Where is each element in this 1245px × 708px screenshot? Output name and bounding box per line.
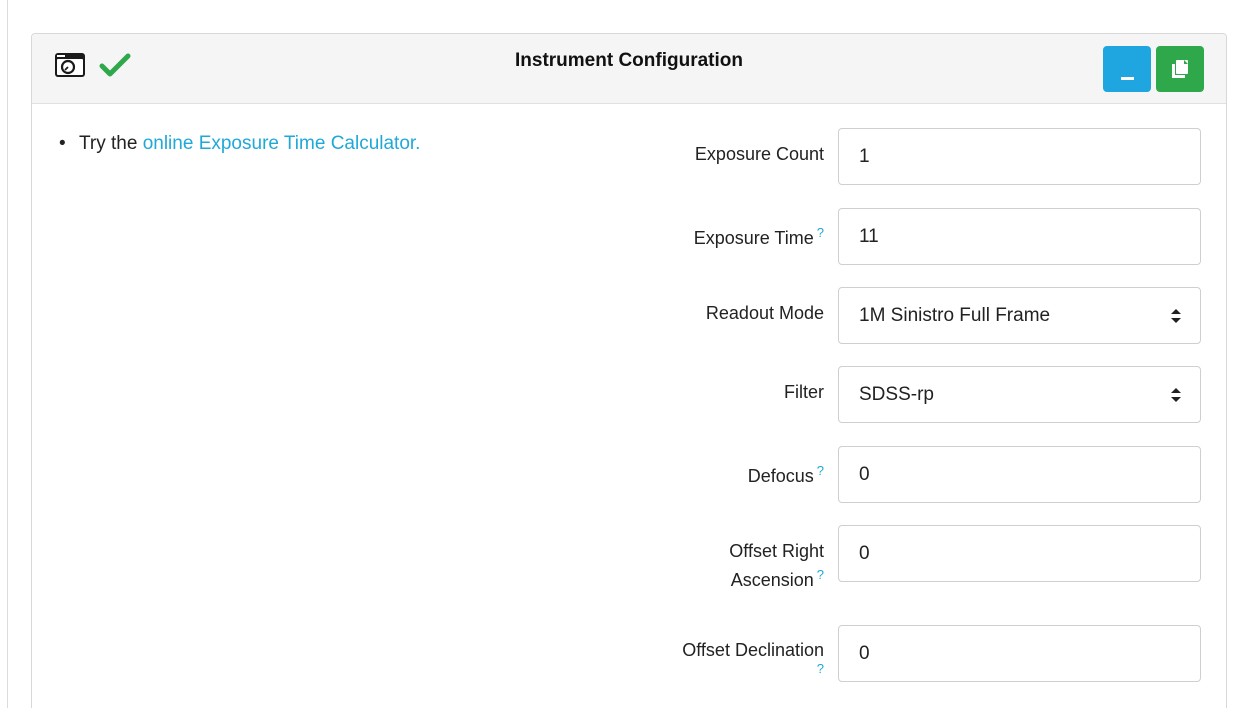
readout-mode-label: Readout Mode bbox=[705, 303, 824, 323]
minimize-button[interactable] bbox=[1103, 46, 1151, 92]
instrument-configuration-panel: Instrument Configuration • Try the online… bbox=[31, 33, 1227, 708]
panel-header: Instrument Configuration bbox=[32, 34, 1226, 104]
tip-prefix: Try the bbox=[79, 133, 143, 154]
filter-select[interactable]: SDSS-rp bbox=[838, 366, 1201, 423]
offset-dec-input[interactable]: 0 bbox=[838, 625, 1201, 682]
offset-dec-label: Offset Declination ? bbox=[682, 640, 824, 676]
etc-tip: • Try the online Exposure Time Calculator… bbox=[59, 133, 420, 155]
copy-icon bbox=[1172, 60, 1188, 78]
bullet: • bbox=[59, 133, 66, 154]
exposure-count-input[interactable]: 1 bbox=[838, 128, 1201, 185]
filter-label: Filter bbox=[784, 382, 824, 402]
exposure-time-value: 11 bbox=[859, 225, 879, 247]
readout-mode-select[interactable]: 1M Sinistro Full Frame bbox=[838, 287, 1201, 344]
offset-ra-help-icon[interactable]: ? bbox=[817, 567, 824, 582]
panel-title: Instrument Configuration bbox=[515, 50, 743, 71]
exposure-time-label: Exposure Time? bbox=[693, 225, 824, 248]
defocus-help-icon[interactable]: ? bbox=[817, 463, 824, 478]
offset-ra-label: Offset Right Ascension? bbox=[729, 541, 824, 590]
offset-ra-input[interactable]: 0 bbox=[838, 525, 1201, 582]
left-divider bbox=[7, 0, 8, 708]
minimize-icon bbox=[1121, 77, 1134, 80]
select-caret-icon bbox=[1171, 388, 1181, 402]
select-caret-icon bbox=[1171, 309, 1181, 323]
exposure-count-label: Exposure Count bbox=[694, 144, 824, 164]
etc-link[interactable]: online Exposure Time Calculator. bbox=[143, 133, 421, 154]
offset-ra-value: 0 bbox=[859, 542, 870, 564]
defocus-input[interactable]: 0 bbox=[838, 446, 1201, 503]
copy-button[interactable] bbox=[1156, 46, 1204, 92]
exposure-time-help-icon[interactable]: ? bbox=[817, 225, 824, 240]
readout-mode-value: 1M Sinistro Full Frame bbox=[859, 304, 1051, 326]
offset-dec-help-icon[interactable]: ? bbox=[817, 661, 824, 676]
defocus-label: Defocus? bbox=[747, 463, 824, 486]
offset-dec-value: 0 bbox=[859, 642, 870, 664]
defocus-value: 0 bbox=[859, 463, 870, 485]
exposure-count-value: 1 bbox=[859, 145, 870, 167]
exposure-time-input[interactable]: 11 bbox=[838, 208, 1201, 265]
filter-value: SDSS-rp bbox=[859, 383, 934, 405]
